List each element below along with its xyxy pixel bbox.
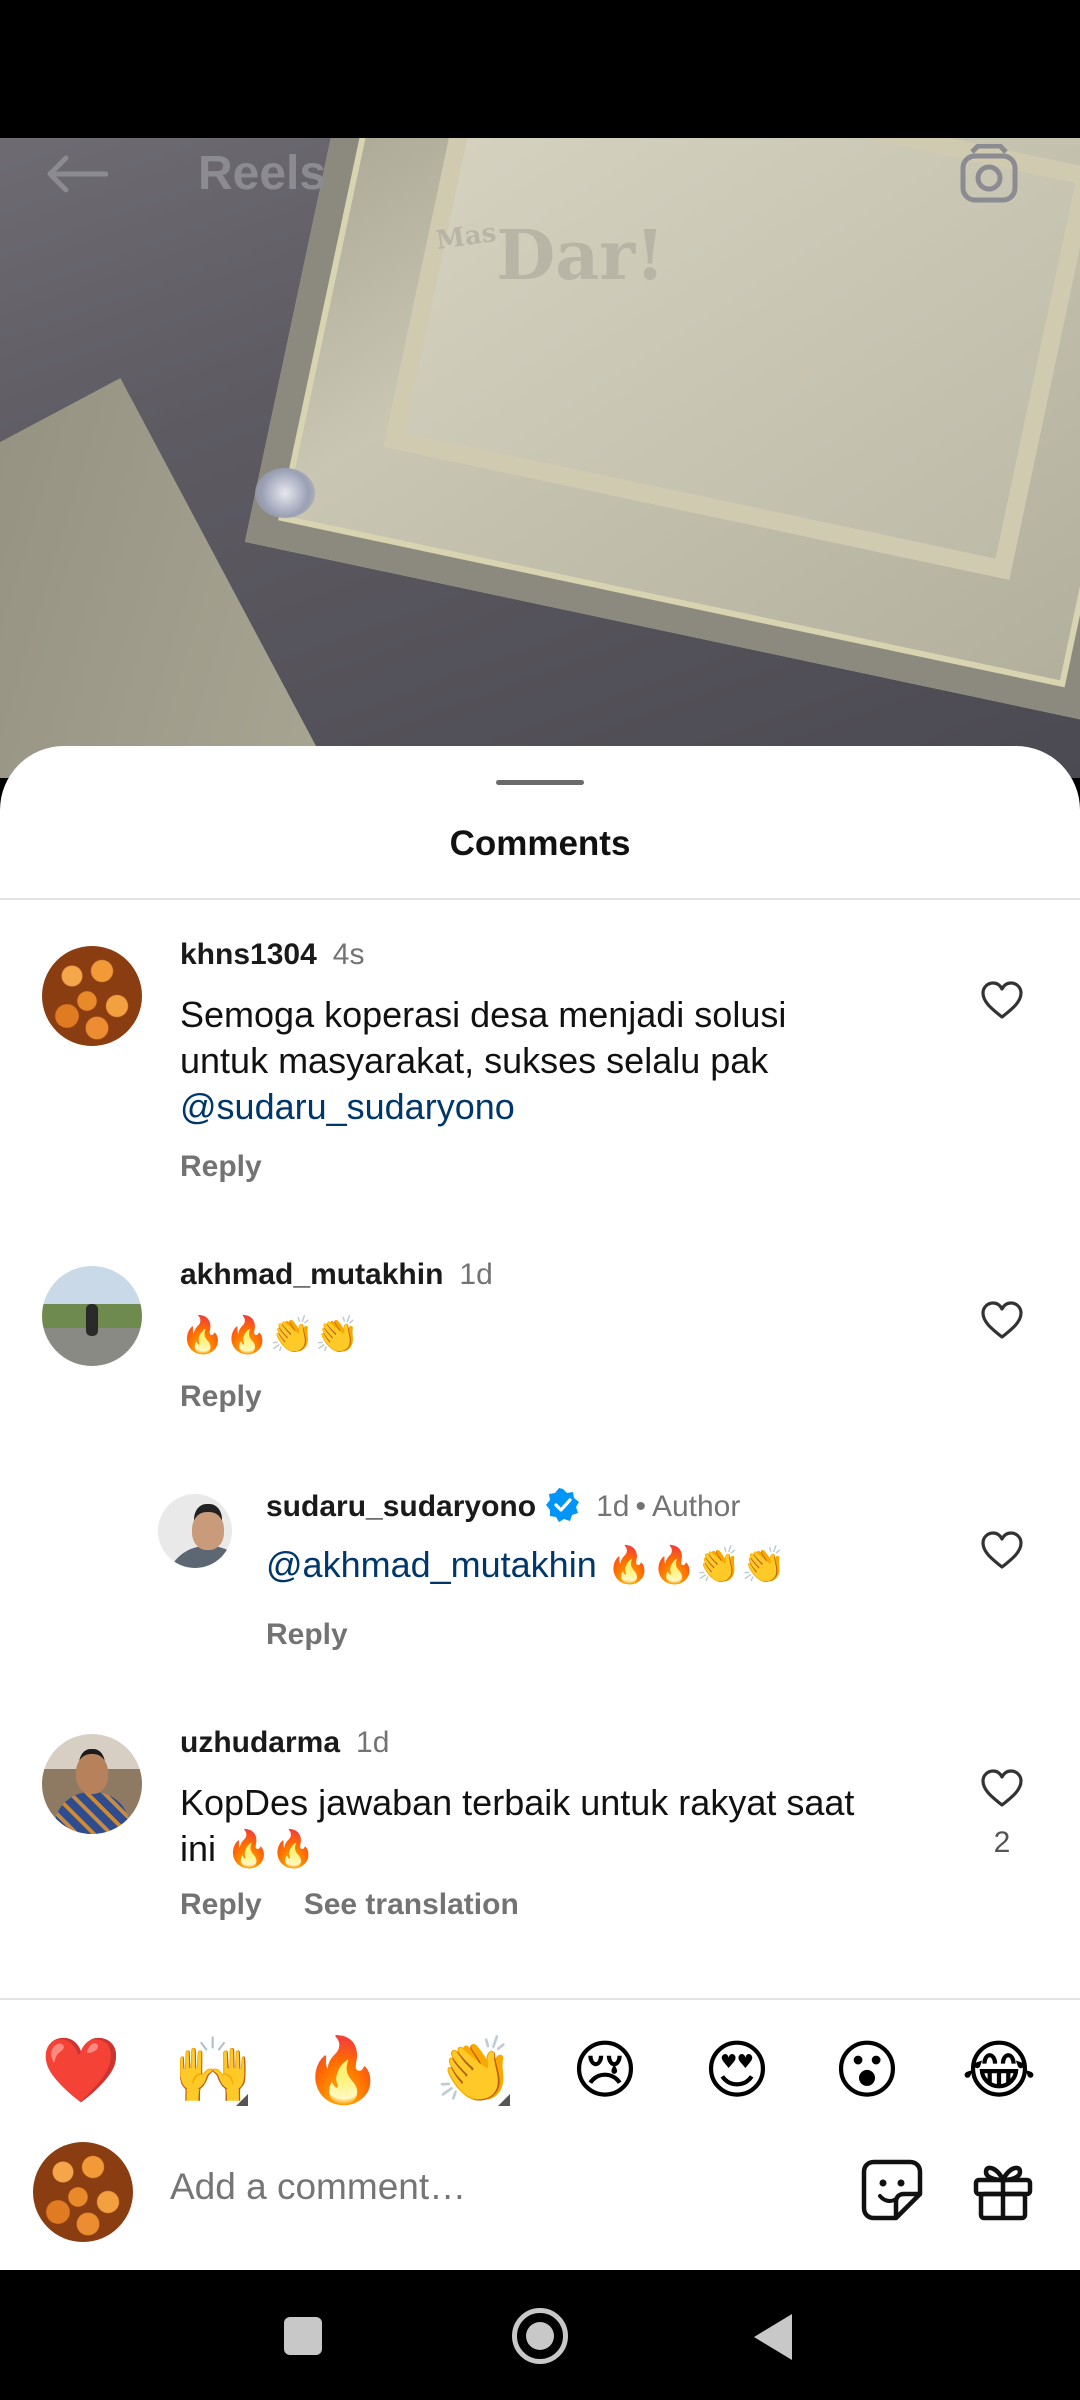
comment-username[interactable]: khns1304 (180, 938, 317, 971)
comment-text: KopDes jawaban terbaik untuk rakyat saat… (180, 1782, 855, 1869)
comment-actions: Reply (266, 1618, 348, 1652)
comment-time: 1d (596, 1490, 630, 1523)
status-bar (0, 0, 1080, 138)
comment-actions: Reply (180, 1380, 262, 1414)
divider (0, 898, 1080, 900)
sticker-icon[interactable] (860, 2158, 924, 2222)
emoji-heart-button[interactable]: ❤️ (36, 2030, 126, 2110)
back-button[interactable] (754, 2314, 792, 2360)
emoji-surprised-button[interactable]: 😮 (822, 2030, 912, 2110)
avatar (33, 2142, 133, 2242)
comment-header: khns1304 4s (180, 938, 364, 972)
comment-text: Semoga koperasi desa menjadi solusi untu… (180, 992, 940, 1130)
heart-icon[interactable] (980, 1768, 1024, 1808)
comment-header: sudaru_sudaryono 1d • Author (266, 1488, 740, 1524)
reply-button[interactable]: Reply (180, 1888, 262, 1921)
comment-text: 🔥🔥👏👏 (180, 1314, 360, 1355)
comment-time: 1d (459, 1258, 493, 1291)
comment-actions: Reply (180, 1150, 262, 1184)
reply-button[interactable]: Reply (266, 1618, 348, 1651)
verified-badge-icon (546, 1488, 580, 1522)
comment-input[interactable] (170, 2166, 810, 2208)
reply-button[interactable]: Reply (180, 1380, 262, 1413)
emoji-clap-button[interactable]: 👏 (430, 2030, 520, 2110)
divider (0, 1998, 1080, 2000)
reply-button[interactable]: Reply (180, 1150, 262, 1183)
avatar[interactable] (42, 1266, 142, 1366)
comment-time: 1d (356, 1726, 390, 1759)
page-title: Reels (198, 147, 327, 200)
ceiling-light (255, 468, 315, 518)
gift-icon[interactable] (970, 2156, 1036, 2222)
avatar[interactable] (158, 1494, 232, 1568)
video-watermark: MasDar! (434, 216, 665, 296)
comment-username[interactable]: akhmad_mutakhin (180, 1258, 443, 1291)
comment-username[interactable]: uzhudarma (180, 1726, 340, 1759)
separator-dot: • (635, 1490, 646, 1523)
skin-tone-indicator (498, 2094, 510, 2106)
skin-tone-indicator (236, 2094, 248, 2106)
quick-emoji-bar: ❤️ 🙌 🔥 👏 😢 😍 😮 😂 (0, 2030, 1080, 2110)
avatar[interactable] (42, 1734, 142, 1834)
emoji-crying-button[interactable]: 😢 (560, 2030, 650, 2110)
heart-icon[interactable] (980, 1530, 1024, 1570)
emoji-laughing-button[interactable]: 😂 (954, 2030, 1044, 2110)
heart-icon[interactable] (980, 980, 1024, 1020)
avatar[interactable] (42, 946, 142, 1046)
drag-handle[interactable] (496, 780, 584, 785)
mention-link[interactable]: @akhmad_mutakhin (266, 1544, 597, 1585)
comment-header: uzhudarma 1d (180, 1726, 389, 1760)
like-count: 2 (993, 1826, 1011, 1859)
comment-composer (0, 2136, 1080, 2246)
see-translation-button[interactable]: See translation (304, 1888, 519, 1921)
camera-icon[interactable] (958, 144, 1024, 204)
home-button[interactable] (512, 2308, 568, 2364)
emoji-heart-eyes-button[interactable]: 😍 (692, 2030, 782, 2110)
comment-username[interactable]: sudaru_sudaryono (266, 1490, 536, 1523)
comment-header: akhmad_mutakhin 1d (180, 1258, 493, 1292)
comment-time: 4s (332, 938, 365, 971)
sheet-title: Comments (449, 824, 631, 863)
comment-actions: Reply See translation (180, 1888, 519, 1922)
mention-link[interactable]: @sudaru_sudaryono (180, 1084, 940, 1130)
emoji-fire-button[interactable]: 🔥 (298, 2030, 388, 2110)
author-badge: Author (651, 1490, 741, 1523)
heart-icon[interactable] (980, 1300, 1024, 1340)
reel-video[interactable]: MasDar! (0, 138, 1080, 778)
recents-button[interactable] (284, 2317, 322, 2355)
system-nav-bar (0, 2270, 1080, 2400)
reels-top-bar: Reels (0, 138, 1080, 208)
emoji-raising-hands-button[interactable]: 🙌 (168, 2030, 258, 2110)
back-arrow-icon[interactable] (44, 154, 108, 194)
comment-text: @akhmad_mutakhin 🔥🔥👏👏 (266, 1544, 787, 1585)
